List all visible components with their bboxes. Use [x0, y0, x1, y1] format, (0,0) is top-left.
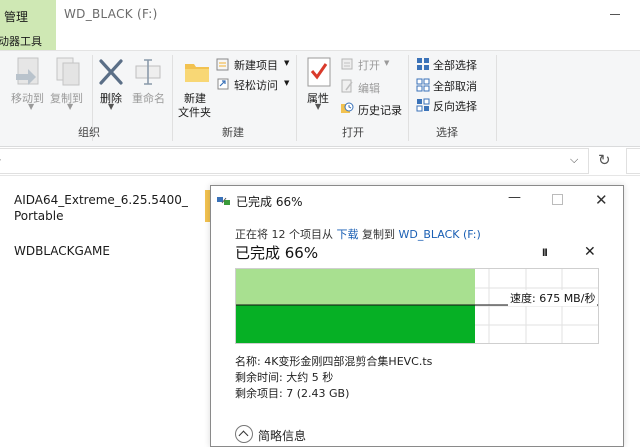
refresh-icon[interactable]: ↻	[598, 151, 611, 169]
cancel-icon[interactable]: ✕	[584, 244, 596, 260]
address-history-chevron-icon[interactable]: ⌵	[570, 153, 578, 167]
window-title: WD_BLACK (F:)	[64, 7, 158, 21]
select-all-icon[interactable]	[416, 57, 430, 71]
select-none-button[interactable]: 全部取消	[433, 78, 477, 94]
items-remaining-row: 剩余项目: 7 (2.43 GB)	[235, 385, 349, 401]
fewer-details-button[interactable]: 简略信息	[258, 427, 306, 444]
address-input[interactable]	[0, 148, 589, 174]
dialog-close-icon[interactable]: ✕	[595, 191, 608, 209]
new-folder-button-line2[interactable]: 文件夹	[178, 104, 211, 120]
delete-dropdown-icon[interactable]: ▼	[108, 102, 114, 111]
speed-label: 速度: 675 MB/秒	[508, 290, 598, 306]
time-remaining-row: 剩余时间: 大约 5 秒	[235, 369, 333, 385]
dialog-maximize-icon[interactable]	[552, 194, 563, 205]
history-icon[interactable]	[340, 100, 354, 114]
copy-to-icon[interactable]	[54, 56, 84, 90]
move-to-dropdown-icon[interactable]: ▼	[28, 102, 34, 111]
new-folder-icon[interactable]	[182, 56, 212, 86]
collapse-details-icon[interactable]	[235, 425, 253, 443]
ribbon-separator	[408, 55, 409, 141]
move-to-icon[interactable]	[14, 56, 44, 90]
new-item-dropdown-icon[interactable]: ▼	[284, 59, 289, 67]
tab-drive-tools-label: 动器工具	[0, 35, 42, 48]
edit-button[interactable]: 编辑	[358, 80, 380, 96]
select-none-icon[interactable]	[416, 78, 430, 92]
invert-selection-icon[interactable]	[416, 98, 430, 112]
copy-to-dropdown-icon[interactable]: ▼	[67, 102, 73, 111]
file-name: WDBLACKGAME	[14, 244, 110, 258]
edit-icon[interactable]	[340, 79, 354, 93]
status-mid: 复制到	[362, 228, 395, 241]
minimize-icon[interactable]	[610, 14, 620, 15]
ribbon-separator	[172, 55, 173, 141]
pause-icon[interactable]: ll	[542, 248, 548, 259]
tab-manage[interactable]: 管理	[0, 0, 56, 30]
ribbon-separator	[496, 55, 497, 141]
file-name-row: 名称: 4K变形金刚四部混剪合集HEVC.ts	[235, 353, 432, 369]
name-value: 4K变形金刚四部混剪合集HEVC.ts	[264, 355, 433, 368]
group-label-organize: 组织	[78, 126, 100, 139]
delete-icon[interactable]	[98, 58, 124, 86]
dialog-minimize-icon[interactable]: —	[508, 190, 521, 205]
new-item-icon[interactable]	[216, 57, 230, 71]
rename-button[interactable]: 重命名	[132, 90, 165, 106]
open-button[interactable]: 打开	[358, 57, 380, 73]
dialog-title: 已完成 66%	[236, 195, 303, 209]
search-input[interactable]	[626, 148, 640, 174]
destination-link[interactable]: WD_BLACK (F:)	[399, 228, 481, 241]
easy-access-icon[interactable]	[216, 77, 230, 91]
list-item[interactable]: AIDA64_Extreme_6.25.5400_ Portable	[14, 192, 188, 224]
tab-drive-tools[interactable]: 动器工具	[0, 30, 56, 50]
file-name-wrap: Portable	[14, 209, 64, 223]
properties-icon[interactable]	[306, 56, 332, 88]
invert-selection-button[interactable]: 反向选择	[433, 98, 477, 114]
new-item-button[interactable]: 新建项目	[234, 57, 278, 73]
group-label-select: 选择	[436, 126, 458, 139]
ribbon-tab-strip	[0, 30, 640, 51]
name-label: 名称:	[235, 355, 261, 368]
open-icon[interactable]	[340, 57, 354, 71]
items-label: 剩余项目:	[235, 387, 283, 400]
progress-percent-heading: 已完成 66%	[235, 244, 319, 262]
group-label-new: 新建	[222, 126, 244, 139]
copy-dialog-icon	[217, 197, 230, 205]
source-link[interactable]: 下载	[337, 228, 359, 241]
copy-status-line: 正在将 12 个项目从 下载 复制到 WD_BLACK (F:)	[235, 226, 481, 242]
history-button[interactable]: 历史记录	[358, 102, 402, 118]
graph-fill-progress	[236, 305, 475, 343]
group-label-open: 打开	[342, 126, 364, 139]
easy-access-dropdown-icon[interactable]: ▼	[284, 79, 289, 87]
items-value: 7 (2.43 GB)	[286, 387, 350, 400]
time-value: 大约 5 秒	[286, 371, 334, 384]
list-item[interactable]: WDBLACKGAME	[14, 243, 110, 259]
select-all-button[interactable]: 全部选择	[433, 57, 477, 73]
file-name: AIDA64_Extreme_6.25.5400_	[14, 193, 188, 207]
rename-icon[interactable]	[134, 56, 164, 88]
easy-access-button[interactable]: 轻松访问	[234, 77, 278, 93]
tab-manage-label: 管理	[4, 10, 29, 24]
properties-dropdown-icon[interactable]: ▼	[315, 102, 321, 111]
transfer-speed-graph	[235, 268, 599, 344]
ribbon-separator	[296, 55, 297, 141]
status-prefix: 正在将 12 个项目从	[235, 228, 333, 241]
open-dropdown-icon[interactable]: ▼	[384, 59, 389, 67]
chevron-right-icon[interactable]: ›	[0, 152, 2, 168]
graph-fill-speed-area	[236, 269, 475, 305]
time-label: 剩余时间:	[235, 371, 283, 384]
